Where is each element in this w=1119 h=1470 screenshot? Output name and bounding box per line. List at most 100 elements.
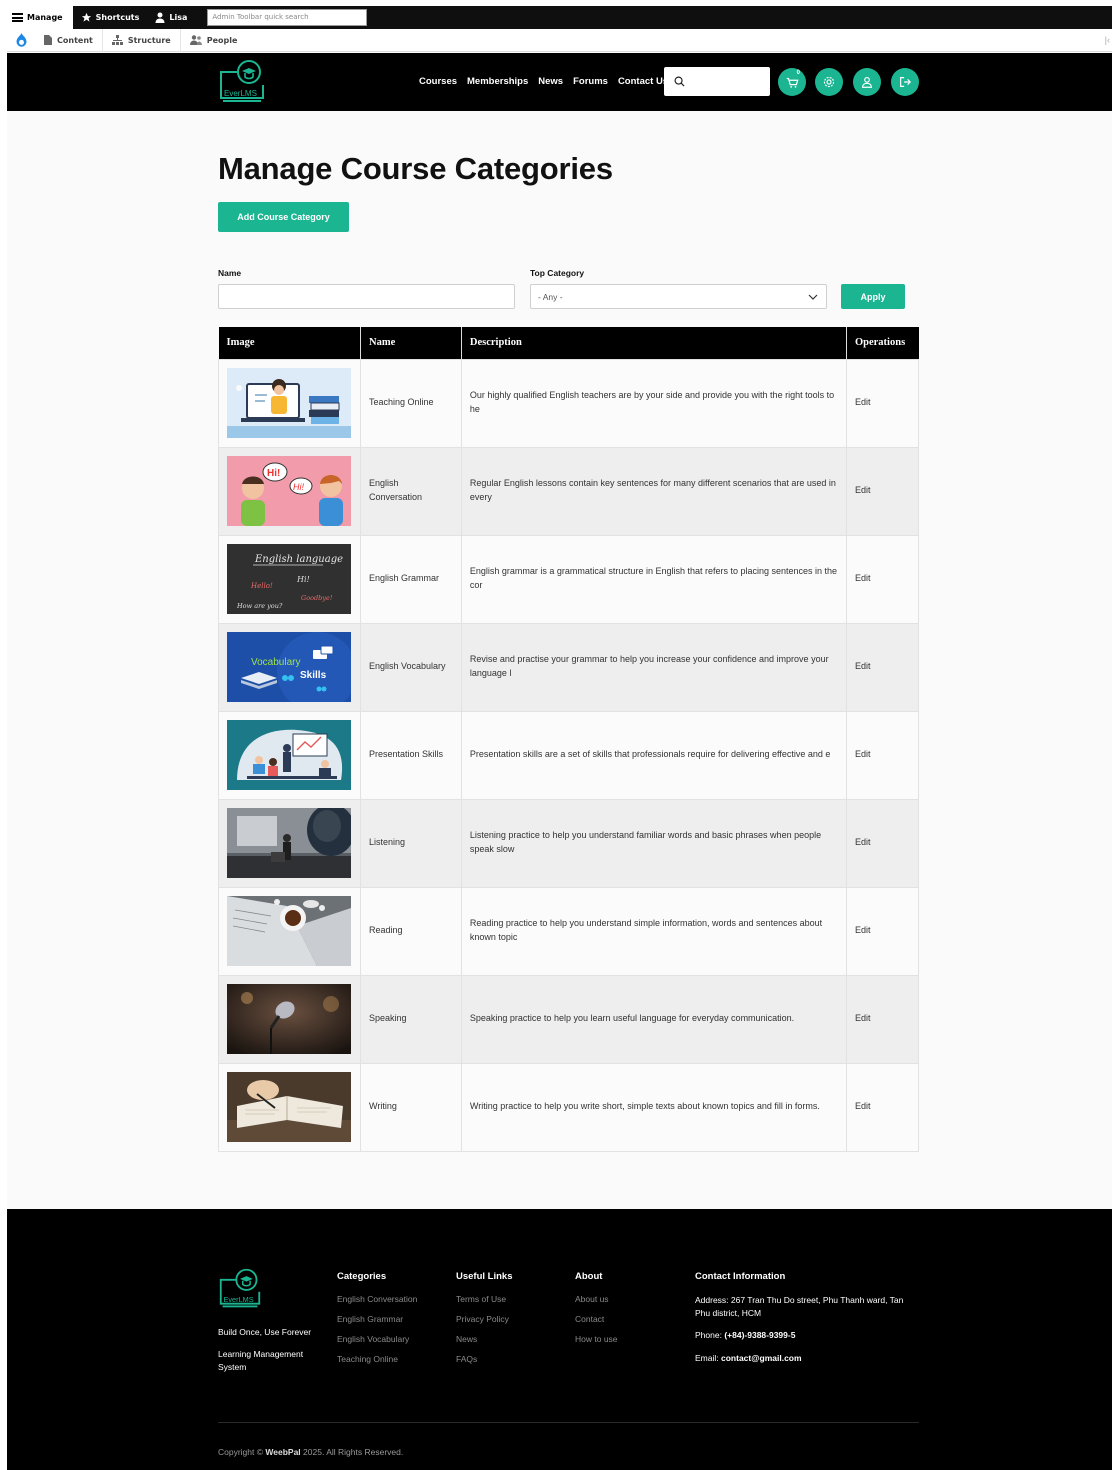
category-description: Writing practice to help you write short… [460,1062,847,1152]
copyright-brand[interactable]: WeebPal [265,1447,300,1457]
edit-link[interactable]: Edit [845,974,920,1064]
category-thumbnail[interactable] [227,808,351,878]
table-row: Hi! Hi! English Conversation Regular Eng… [218,446,920,536]
category-thumbnail[interactable]: Hi! Hi! [227,456,351,526]
table-row: Writing Writing practice to help you wri… [218,1062,920,1152]
footer-link[interactable]: English Grammar [337,1314,417,1324]
category-name: English Grammar [359,534,462,624]
edit-link[interactable]: Edit [845,446,920,536]
footer-link[interactable]: News [456,1334,513,1344]
edit-link[interactable]: Edit [845,534,920,624]
logout-icon [900,77,912,87]
footer-phone: Phone: (+84)-9388-9399-5 [695,1329,917,1342]
category-thumbnail[interactable] [227,368,351,438]
admin-toolbar: Manage Shortcuts Lisa Admin Toolbar quic… [7,6,1112,29]
header-search-input[interactable] [664,67,770,96]
footer-logo[interactable]: EverLMS [218,1267,262,1311]
image-cell [218,358,361,448]
toolbar-search-input[interactable]: Admin Toolbar quick search [207,9,368,26]
category-thumbnail[interactable]: English language Hi! Hello! Goodbye! How… [227,544,351,614]
cart-button[interactable]: 0 [778,68,806,96]
top-category-label: Top Category [530,268,585,278]
user-icon [862,76,872,88]
footer-categories-title: Categories [337,1271,387,1282]
top-category-select[interactable]: - Any - [530,284,827,309]
phone-value[interactable]: (+84)-9388-9399-5 [724,1330,795,1340]
star-icon [81,12,91,22]
category-name: English Conversation [359,446,462,536]
toolbar-user-tab[interactable]: Lisa [147,6,195,29]
name-filter-input[interactable] [218,284,515,309]
toolbar-shortcuts-tab[interactable]: Shortcuts [73,6,148,29]
thumb-text: English language [254,554,343,565]
category-description: English grammar is a grammatical structu… [460,534,847,624]
edit-link[interactable]: Edit [845,358,920,448]
footer-email: Email: contact@gmail.com [695,1352,917,1365]
category-thumbnail[interactable] [227,984,351,1054]
toolbar-manage-tab[interactable]: Manage [7,6,73,29]
footer-link[interactable]: Privacy Policy [456,1314,513,1324]
tray-orientation-icon[interactable]: |‹ [1105,35,1112,45]
footer-link[interactable]: FAQs [456,1354,513,1364]
edit-link[interactable]: Edit [845,710,920,800]
site-footer: EverLMS Build Once, Use Forever Learning… [7,1209,1112,1470]
footer-logo-text: EverLMS [224,1295,254,1304]
tray-people[interactable]: People [181,29,247,52]
structure-icon [111,35,123,45]
category-thumbnail[interactable] [227,1072,351,1142]
footer-link[interactable]: English Conversation [337,1294,417,1304]
footer-link[interactable]: Terms of Use [456,1294,513,1304]
nav-news[interactable]: News [538,76,563,87]
add-course-category-button[interactable]: Add Course Category [218,202,349,232]
tray-content-label: Content [57,35,93,45]
category-name: English Vocabulary [359,622,462,712]
nav-courses[interactable]: Courses [419,76,457,87]
account-button[interactable] [853,68,881,96]
category-thumbnail[interactable] [227,720,351,790]
edit-link[interactable]: Edit [845,622,920,712]
admin-toolbar-tray: Content Structure People |‹ [7,28,1112,52]
tray-structure[interactable]: Structure [103,28,181,52]
everlms-logo[interactable]: EverLMS [218,58,266,106]
settings-button[interactable] [815,68,843,96]
apply-button[interactable]: Apply [841,284,905,309]
name-filter-label: Name [218,268,242,278]
footer-link[interactable]: How to use [575,1334,618,1344]
edit-link[interactable]: Edit [845,798,920,888]
nav-memberships[interactable]: Memberships [467,76,528,87]
footer-about: About About us Contact How to use [575,1271,618,1354]
tray-content[interactable]: Content [35,28,103,52]
phone-label: Phone: [695,1330,722,1341]
category-description: Our highly qualified English teachers ar… [460,358,847,448]
category-thumbnail[interactable] [227,896,351,966]
category-thumbnail[interactable]: Vocabulary Skills [227,632,351,702]
footer-link[interactable]: English Vocabulary [337,1334,417,1344]
drupal-icon[interactable] [7,29,35,52]
email-value[interactable]: contact@gmail.com [721,1353,802,1363]
page-title: Manage Course Categories [218,151,613,186]
category-description: Regular English lessons contain key sent… [460,446,847,536]
footer-tagline-2: Learning Management System [218,1349,304,1373]
thumb-text: Skills [300,670,327,681]
menu-icon [12,13,23,22]
edit-link[interactable]: Edit [845,1062,920,1152]
nav-contact-us[interactable]: Contact Us [618,76,668,87]
image-cell: Vocabulary Skills [218,622,361,712]
footer-brand: Build Once, Use Forever Learning Managem… [218,1326,328,1375]
column-header-name: Name [360,327,462,359]
footer-divider [218,1422,919,1423]
table-row: Listening Listening practice to help you… [218,798,920,888]
categories-table: Image Name Description Operations Teachi… [218,327,920,1152]
footer-link[interactable]: Teaching Online [337,1354,417,1364]
logout-button[interactable] [891,68,919,96]
nav-forums[interactable]: Forums [573,76,608,87]
edit-link[interactable]: Edit [845,886,920,976]
category-name: Reading [359,886,462,976]
image-cell [218,798,361,888]
footer-link[interactable]: Contact [575,1314,618,1324]
footer-contact-title: Contact Information [695,1271,786,1282]
footer-link[interactable]: About us [575,1294,618,1304]
gear-icon [823,76,835,88]
category-description: Presentation skills are a set of skills … [460,710,847,800]
search-icon [674,76,685,87]
